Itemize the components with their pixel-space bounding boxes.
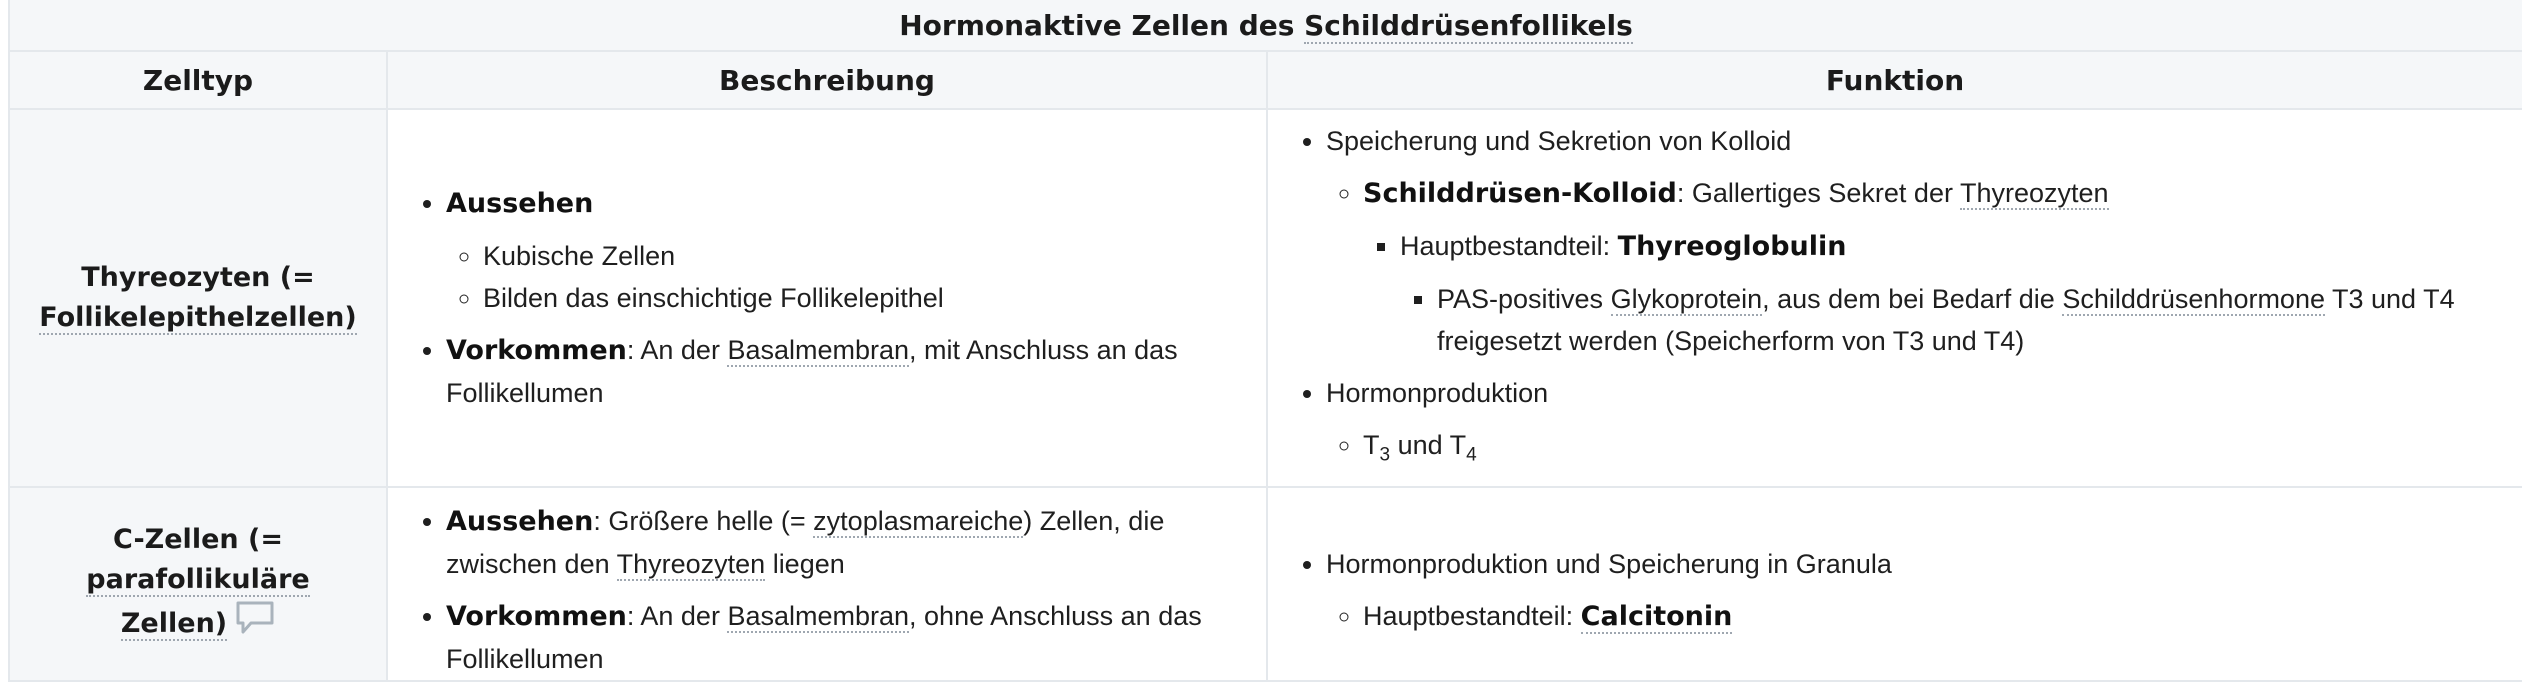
list-item: Speicherung und Sekretion von Kolloid Sc… bbox=[1326, 120, 2522, 362]
celltype-cell-thyreozyten: Thyreozyten (= Follikelepithelzellen) bbox=[8, 108, 388, 488]
function-cell-thyreozyten: Speicherung und Sekretion von Kolloid Sc… bbox=[1265, 108, 2522, 488]
link-glykoprotein[interactable]: Glykoprotein bbox=[1610, 283, 1763, 316]
link-zellen[interactable]: Zellen) bbox=[120, 607, 228, 641]
list-item: Aussehen: Größere helle (= zytoplasmarei… bbox=[446, 500, 1266, 585]
text-fragment: PAS-positives bbox=[1437, 283, 1611, 314]
celltype-label: Thyreozyten (= bbox=[81, 262, 315, 293]
text-fragment: Hauptbestandteil: bbox=[1363, 600, 1581, 631]
text-fragment: : Größere helle (= bbox=[593, 506, 814, 536]
aussehen-label: Aussehen bbox=[446, 188, 594, 219]
celltype-cell-c-zellen: C-Zellen (= parafollikuläre Zellen) bbox=[8, 486, 388, 682]
column-header-celltype: Zelltyp bbox=[8, 50, 388, 110]
list-item: Aussehen Kubische Zellen Bilden das eins… bbox=[446, 182, 1266, 319]
text-fragment: T bbox=[1363, 429, 1380, 460]
vorkommen-label: Vorkommen bbox=[446, 335, 627, 366]
link-basalmembran[interactable]: Basalmembran bbox=[727, 601, 910, 633]
list-item: PAS-positives Glykoprotein, aus dem bei … bbox=[1437, 278, 2522, 362]
list-item: T3 und T4 bbox=[1363, 424, 2522, 476]
list-item: Vorkommen: An der Basalmembran, mit Ansc… bbox=[446, 329, 1266, 414]
link-basalmembran[interactable]: Basalmembran bbox=[727, 335, 910, 367]
list-item: Hormonproduktion T3 und T4 bbox=[1326, 372, 2522, 476]
list-item: Hauptbestandteil: Thyreoglobulin PAS-pos… bbox=[1400, 225, 2522, 362]
list-item: Bilden das einschichtige Follikelepithel bbox=[483, 277, 1266, 319]
link-zytoplasmareiche[interactable]: zytoplasmareiche bbox=[813, 506, 1024, 538]
text-fragment: und T bbox=[1390, 429, 1467, 460]
caption-text: Hormonaktive Zellen des bbox=[899, 8, 1305, 42]
description-cell-thyreozyten: Aussehen Kubische Zellen Bilden das eins… bbox=[386, 108, 1268, 488]
link-thyreozyten[interactable]: Thyreozyten bbox=[616, 549, 766, 581]
text-fragment: Hormonproduktion und Speicherung in Gran… bbox=[1326, 548, 1892, 579]
text-fragment: : Gallertiges Sekret der bbox=[1676, 177, 1960, 208]
kolloid-label: Schilddrüsen-Kolloid bbox=[1363, 177, 1677, 209]
list-item: Kubische Zellen bbox=[483, 235, 1266, 277]
subscript: 4 bbox=[1466, 444, 1477, 466]
list-item: Hormonproduktion und Speicherung in Gran… bbox=[1326, 543, 2522, 638]
text-fragment: , aus dem bei Bedarf die bbox=[1762, 283, 2063, 314]
speech-bubble-icon[interactable] bbox=[235, 600, 275, 648]
caption-link-schilddruesenfollikel[interactable]: Schilddrüsenfollikels bbox=[1304, 8, 1633, 44]
link-thyreozyten[interactable]: Thyreozyten bbox=[1959, 177, 2109, 210]
list-item: Vorkommen: An der Basalmembran, ohne Ans… bbox=[446, 595, 1266, 680]
table-row-c-zellen: C-Zellen (= parafollikuläre Zellen) Auss… bbox=[8, 486, 2522, 682]
column-header-description: Beschreibung bbox=[386, 50, 1268, 110]
text-fragment: Hauptbestandteil: bbox=[1400, 230, 1618, 261]
hormone-cells-table: Hormonaktive Zellen des Schilddrüsenfoll… bbox=[7, 0, 2522, 682]
subscript: 3 bbox=[1379, 444, 1391, 466]
text-fragment: liegen bbox=[765, 549, 845, 579]
text-fragment: : An der bbox=[626, 601, 728, 631]
list-item: Hauptbestandteil: Calcitonin bbox=[1363, 595, 2522, 638]
list-item: Schilddrüsen-Kolloid: Gallertiges Sekret… bbox=[1363, 172, 2522, 362]
text-fragment: Speicherung und Sekretion von Kolloid bbox=[1326, 125, 1792, 156]
table-caption: Hormonaktive Zellen des Schilddrüsenfoll… bbox=[7, 0, 2522, 52]
function-cell-c-zellen: Hormonproduktion und Speicherung in Gran… bbox=[1265, 486, 2522, 682]
text-fragment: Hormonproduktion bbox=[1326, 377, 1549, 408]
link-calcitonin[interactable]: Calcitonin bbox=[1580, 600, 1733, 634]
aussehen-label: Aussehen bbox=[446, 506, 594, 537]
celltype-label: C-Zellen (= bbox=[113, 524, 283, 555]
column-header-function: Funktion bbox=[1265, 50, 2522, 110]
description-cell-c-zellen: Aussehen: Größere helle (= zytoplasmarei… bbox=[386, 486, 1268, 682]
table-row-thyreozyten: Thyreozyten (= Follikelepithelzellen) Au… bbox=[8, 108, 2522, 488]
link-follikelepithelzellen[interactable]: Follikelepithelzellen) bbox=[39, 302, 357, 335]
link-parafollikulaere[interactable]: parafollikuläre bbox=[86, 564, 310, 597]
link-schilddruesenhormone[interactable]: Schilddrüsenhormone bbox=[2062, 283, 2325, 316]
thyreoglobulin-label: Thyreoglobulin bbox=[1617, 230, 1847, 262]
text-fragment: : An der bbox=[626, 335, 728, 365]
vorkommen-label: Vorkommen bbox=[446, 601, 627, 632]
